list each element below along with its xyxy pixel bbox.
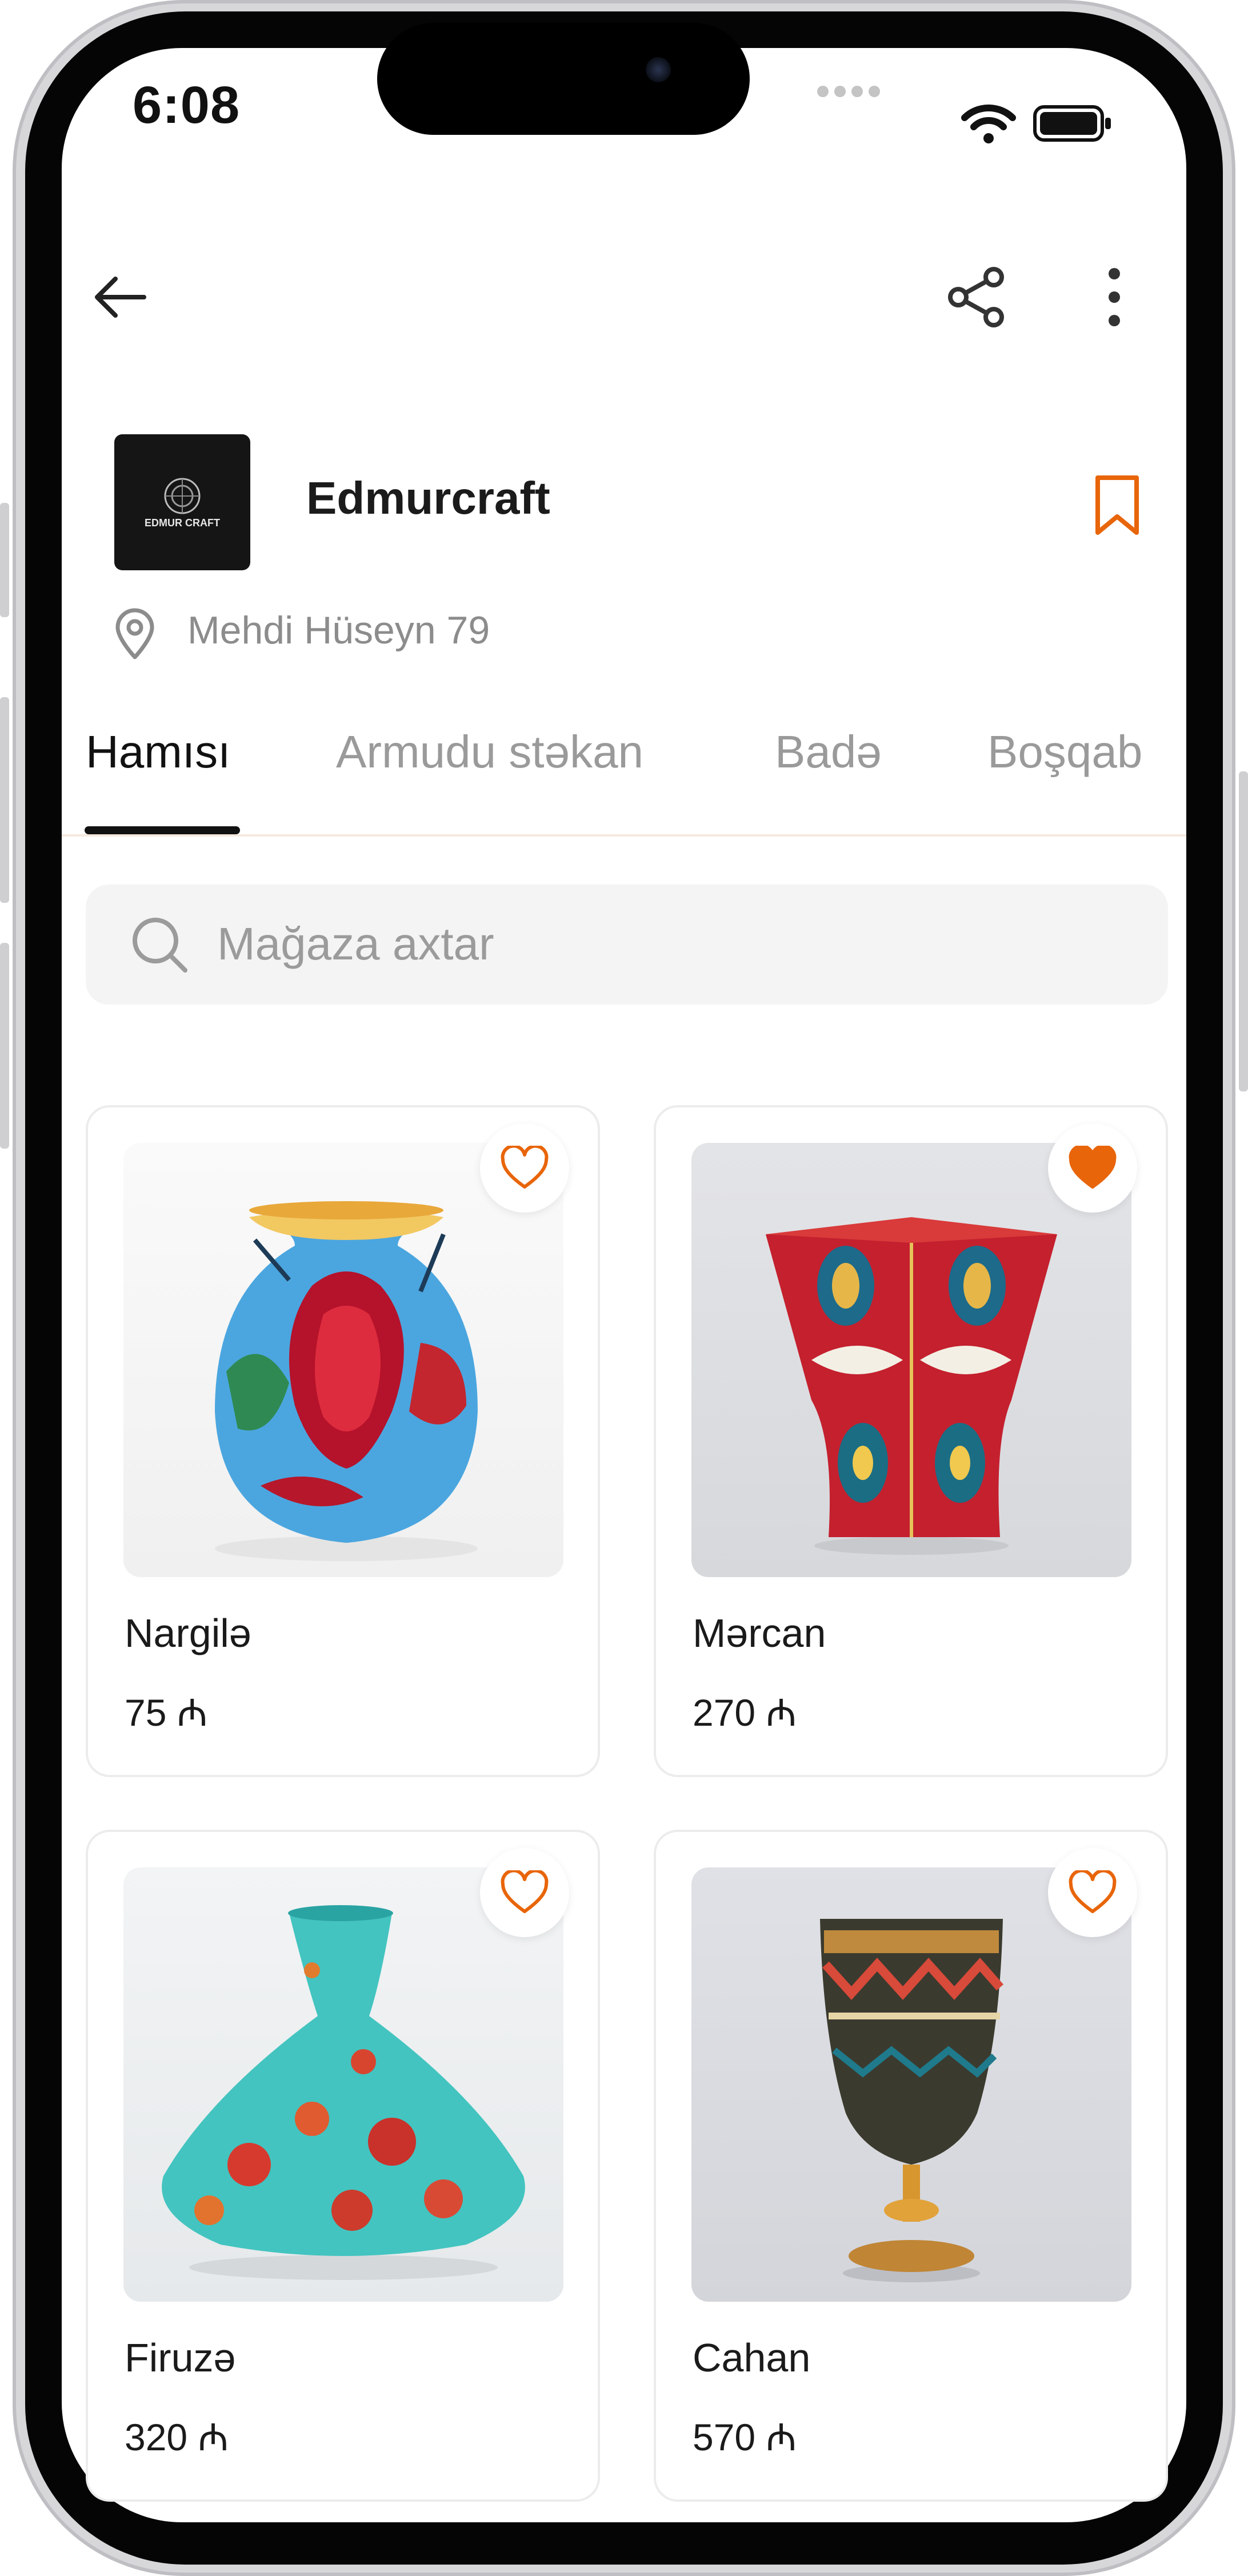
favorite-button[interactable] (480, 1123, 569, 1213)
product-card[interactable]: Mərcan 270 ₼ (654, 1105, 1168, 1777)
product-card[interactable]: Nargilə 75 ₼ (86, 1105, 600, 1777)
heart-icon (501, 1146, 549, 1189)
store-name: Edmurcraft (306, 473, 550, 523)
product-price: 570 ₼ (693, 2416, 797, 2458)
cellular-signal-icon (817, 86, 880, 97)
more-vertical-icon (1109, 268, 1120, 326)
product-price: 320 ₼ (125, 2416, 229, 2458)
category-tabs: Hamısı Armudu stəkan Badə Boşqab (0, 726, 1142, 817)
product-image (123, 1867, 563, 2302)
front-camera (646, 57, 671, 82)
product-price: 75 ₼ (125, 1691, 208, 1734)
product-card[interactable]: Firuzə 320 ₼ (86, 1830, 600, 2502)
product-image (123, 1143, 563, 1577)
heart-icon (501, 1870, 549, 1913)
store-address: Mehdi Hüseyn 79 (187, 609, 490, 652)
vase-illustration (766, 1217, 1057, 1555)
product-image (691, 1867, 1131, 2302)
vase-illustration (215, 1201, 478, 1561)
tab-hamisi[interactable]: Hamısı (86, 726, 230, 778)
product-name: Mərcan (693, 1611, 826, 1655)
product-card[interactable]: Cahan 570 ₼ (654, 1830, 1168, 2502)
search-icon (133, 918, 187, 973)
product-name: Firuzə (125, 2335, 236, 2380)
back-button[interactable] (80, 263, 160, 331)
favorite-button[interactable] (1048, 1123, 1137, 1213)
store-search-bar[interactable]: Mağaza axtar (86, 885, 1168, 1005)
device-button-power (1239, 771, 1248, 1091)
arrow-left-icon (95, 277, 146, 318)
status-time: 6:08 (133, 76, 241, 134)
favorite-button[interactable] (480, 1848, 569, 1937)
tab-bosqab[interactable]: Boşqab (987, 726, 1142, 778)
share-icon (948, 267, 1004, 327)
heart-icon (1069, 1146, 1117, 1189)
share-button[interactable] (937, 257, 1017, 337)
more-options-button[interactable] (1086, 257, 1143, 337)
tab-bade[interactable]: Badə (775, 726, 882, 778)
product-name: Cahan (693, 2335, 811, 2380)
store-logo: EDMUR CRAFT (114, 434, 250, 570)
dynamic-island (377, 23, 750, 135)
store-logo-text: EDMUR CRAFT (145, 517, 220, 529)
search-input[interactable]: Mağaza axtar (217, 918, 494, 970)
wifi-icon (961, 104, 1016, 143)
heart-icon (1069, 1870, 1117, 1913)
tabs-divider (62, 834, 1186, 837)
product-name: Nargilə (125, 1611, 251, 1655)
vase-illustration (820, 1919, 1004, 2282)
store-logo-ornament (164, 478, 201, 514)
product-price: 270 ₼ (693, 1691, 797, 1734)
bookmark-button[interactable] (1086, 469, 1149, 543)
product-image (691, 1143, 1131, 1577)
tab-armudu-stekan[interactable]: Armudu stəkan (336, 726, 643, 778)
vase-illustration (162, 1905, 525, 2280)
location-pin-icon (115, 608, 154, 659)
device-button-volume-down (0, 943, 9, 1149)
battery-icon (1033, 105, 1111, 142)
device-button-silent (0, 503, 9, 617)
active-tab-indicator (85, 826, 240, 834)
favorite-button[interactable] (1048, 1848, 1137, 1937)
bookmark-icon (1095, 475, 1139, 535)
